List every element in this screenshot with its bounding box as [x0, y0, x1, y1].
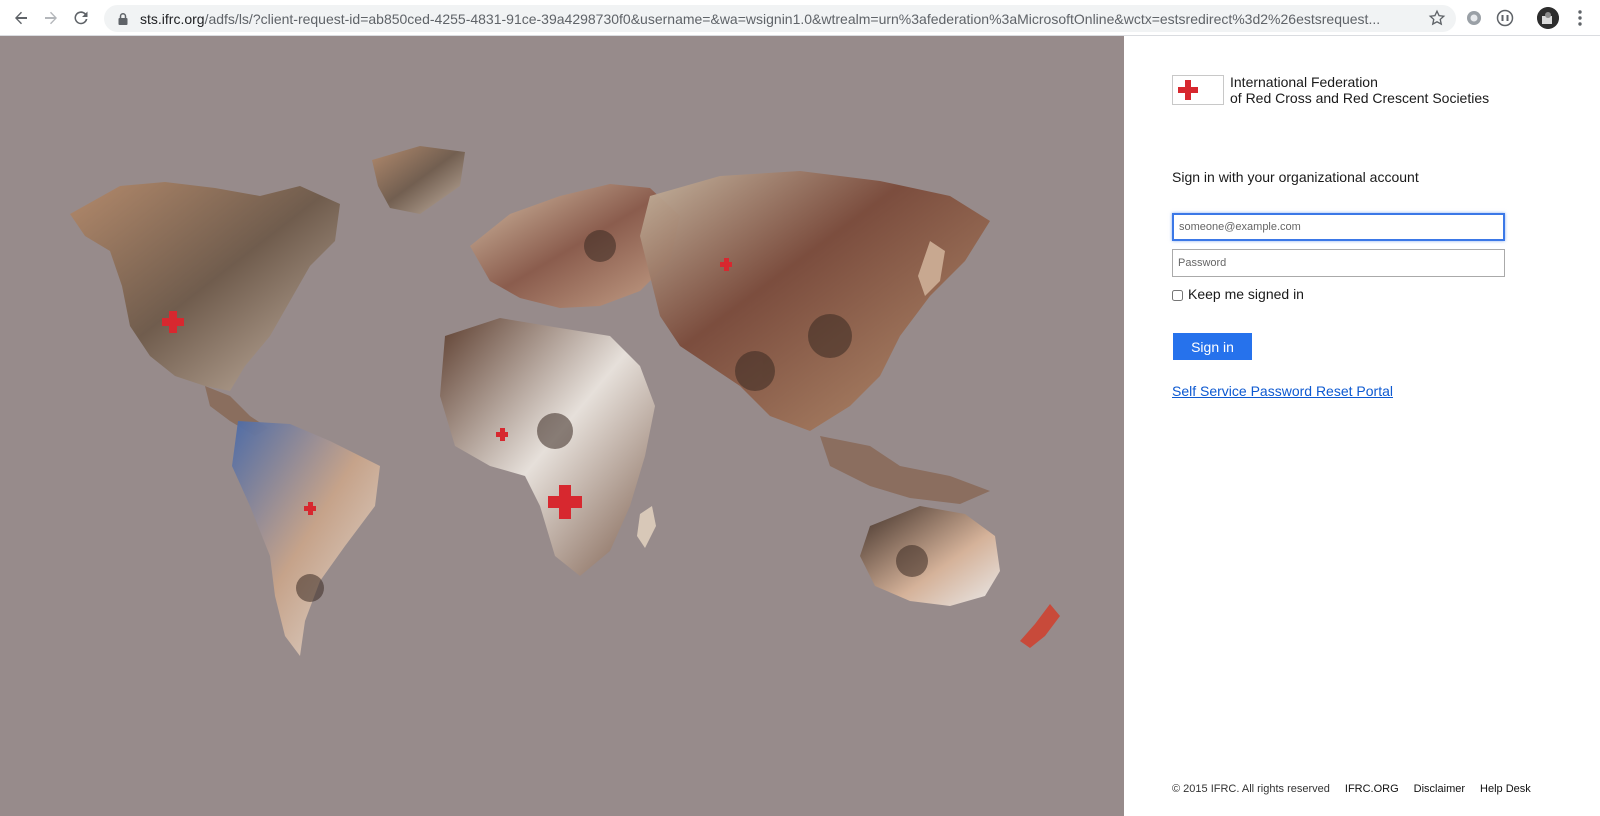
- reload-icon[interactable]: [70, 7, 92, 29]
- forward-icon[interactable]: [40, 7, 62, 29]
- password-input[interactable]: [1172, 249, 1505, 277]
- org-name-line1: International Federation: [1230, 74, 1378, 90]
- star-icon[interactable]: [1428, 9, 1446, 27]
- keep-signed-in-label: Keep me signed in: [1188, 286, 1304, 302]
- org-name-line2: of Red Cross and Red Crescent Societies: [1230, 90, 1490, 106]
- world-map-illustration: [0, 36, 1124, 816]
- world-map-collage: [70, 146, 1060, 656]
- footer-link-ifrc[interactable]: IFRC.ORG: [1345, 783, 1399, 795]
- signin-heading: Sign in with your organizational account: [1172, 169, 1419, 185]
- profile-avatar[interactable]: [1537, 7, 1559, 29]
- keep-signed-in[interactable]: Keep me signed in: [1172, 286, 1304, 302]
- more-menu-icon[interactable]: [1572, 8, 1588, 28]
- copyright: © 2015 IFRC. All rights reserved: [1172, 783, 1330, 795]
- password-reset-link[interactable]: Self Service Password Reset Portal: [1172, 383, 1393, 399]
- extension-icon[interactable]: [1464, 8, 1484, 28]
- extension-icon[interactable]: [1495, 8, 1515, 28]
- username-input[interactable]: [1172, 213, 1505, 241]
- ifrc-logo: International Federation of Red Cross an…: [1172, 74, 1489, 106]
- org-name: International Federation of Red Cross an…: [1230, 74, 1489, 106]
- keep-signed-in-checkbox[interactable]: [1172, 289, 1183, 301]
- browser-toolbar: sts.ifrc.org/adfs/ls/?client-request-id=…: [0, 0, 1600, 36]
- footer: © 2015 IFRC. All rights reserved IFRC.OR…: [1172, 783, 1546, 795]
- red-cross-crescent-icon: [1172, 75, 1224, 105]
- footer-link-disclaimer[interactable]: Disclaimer: [1414, 783, 1465, 795]
- footer-link-helpdesk[interactable]: Help Desk: [1480, 783, 1531, 795]
- url-text: sts.ifrc.org/adfs/ls/?client-request-id=…: [140, 10, 1381, 27]
- back-icon[interactable]: [10, 7, 32, 29]
- address-bar[interactable]: sts.ifrc.org/adfs/ls/?client-request-id=…: [104, 5, 1456, 32]
- signin-button[interactable]: Sign in: [1173, 333, 1252, 360]
- signin-pane: International Federation of Red Cross an…: [1124, 36, 1600, 816]
- lock-icon: [118, 12, 128, 25]
